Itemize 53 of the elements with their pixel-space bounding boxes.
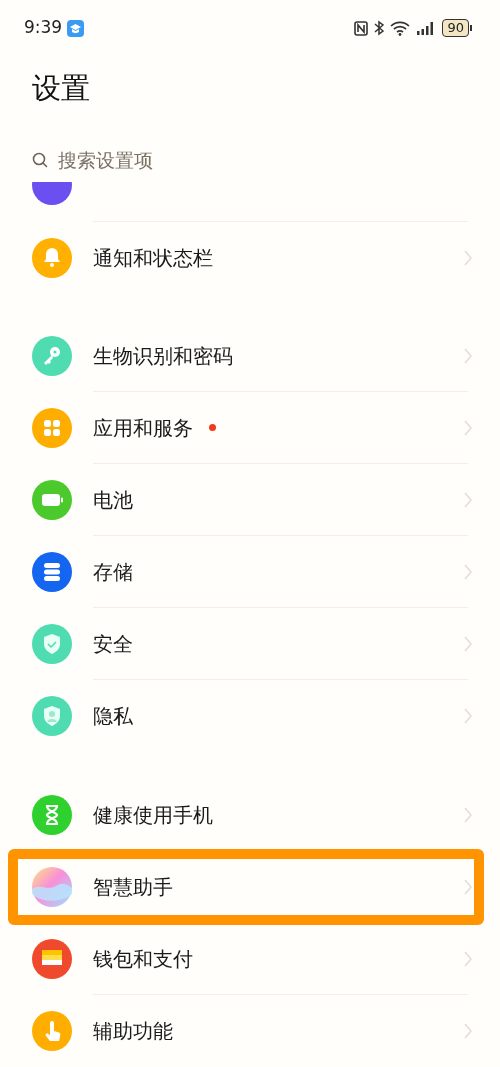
- bluetooth-icon: [374, 20, 385, 36]
- row-label: 智慧助手: [93, 873, 173, 901]
- status-time: 9:39: [24, 16, 63, 40]
- chevron-right-icon: [464, 563, 472, 580]
- chevron-right-icon: [464, 806, 472, 823]
- chevron-right-icon: [464, 950, 472, 967]
- settings-row[interactable]: 通知和状态栏: [0, 222, 500, 294]
- storage-icon: [32, 552, 72, 592]
- search-icon: [32, 152, 48, 168]
- search-field[interactable]: 搜索设置项: [58, 145, 358, 175]
- settings-row[interactable]: 辅助功能: [0, 995, 500, 1067]
- row-label: 电池: [93, 486, 133, 514]
- settings-row[interactable]: 智慧助手: [0, 851, 500, 923]
- hand-tap-icon: [32, 1011, 72, 1051]
- row-label: 存储: [93, 558, 133, 586]
- row-label: 钱包和支付: [93, 945, 193, 973]
- gradient-orb-icon: [32, 867, 72, 907]
- row-label: 应用和服务: [93, 414, 193, 442]
- wallet-card-icon: [32, 939, 72, 979]
- chevron-right-icon: [464, 708, 472, 724]
- settings-row[interactable]: 存储: [0, 536, 500, 608]
- key-icon: [32, 336, 72, 376]
- chevron-right-icon: [464, 419, 472, 436]
- row-label: 安全: [93, 630, 133, 658]
- chevron-right-icon: [464, 635, 472, 652]
- shield-check-icon: [32, 624, 72, 664]
- row-label: 健康使用手机: [93, 801, 213, 829]
- page-title: 设置: [32, 70, 91, 107]
- wifi-icon: [390, 20, 411, 36]
- settings-row[interactable]: 隐私: [0, 680, 500, 752]
- chevron-right-icon: [464, 347, 472, 364]
- row-label: 辅助功能: [93, 1018, 173, 1045]
- chevron-right-icon: [464, 250, 472, 266]
- chevron-right-icon: [464, 491, 472, 508]
- chevron-right-icon: [464, 1023, 472, 1039]
- settings-row[interactable]: 安全: [0, 608, 500, 680]
- nfc-icon: [354, 20, 369, 36]
- row-label: 通知和状态栏: [93, 245, 213, 272]
- graduation-cap-icon: [67, 19, 85, 37]
- shield-person-icon: [32, 696, 72, 736]
- settings-row[interactable]: 钱包和支付: [0, 923, 500, 995]
- hourglass-icon: [32, 795, 72, 835]
- settings-row[interactable]: 生物识别和密码: [0, 320, 500, 392]
- settings-row[interactable]: 健康使用手机: [0, 779, 500, 851]
- battery-icon: [32, 480, 72, 520]
- apps-grid-icon: [32, 408, 72, 448]
- settings-row[interactable]: 电池: [0, 464, 500, 536]
- row-label: 生物识别和密码: [93, 342, 233, 370]
- bell-icon: [32, 238, 72, 278]
- settings-row[interactable]: 应用和服务: [0, 392, 500, 464]
- row-label: 隐私: [93, 703, 133, 730]
- chevron-right-icon: [464, 878, 472, 895]
- battery-level: 90: [442, 19, 469, 37]
